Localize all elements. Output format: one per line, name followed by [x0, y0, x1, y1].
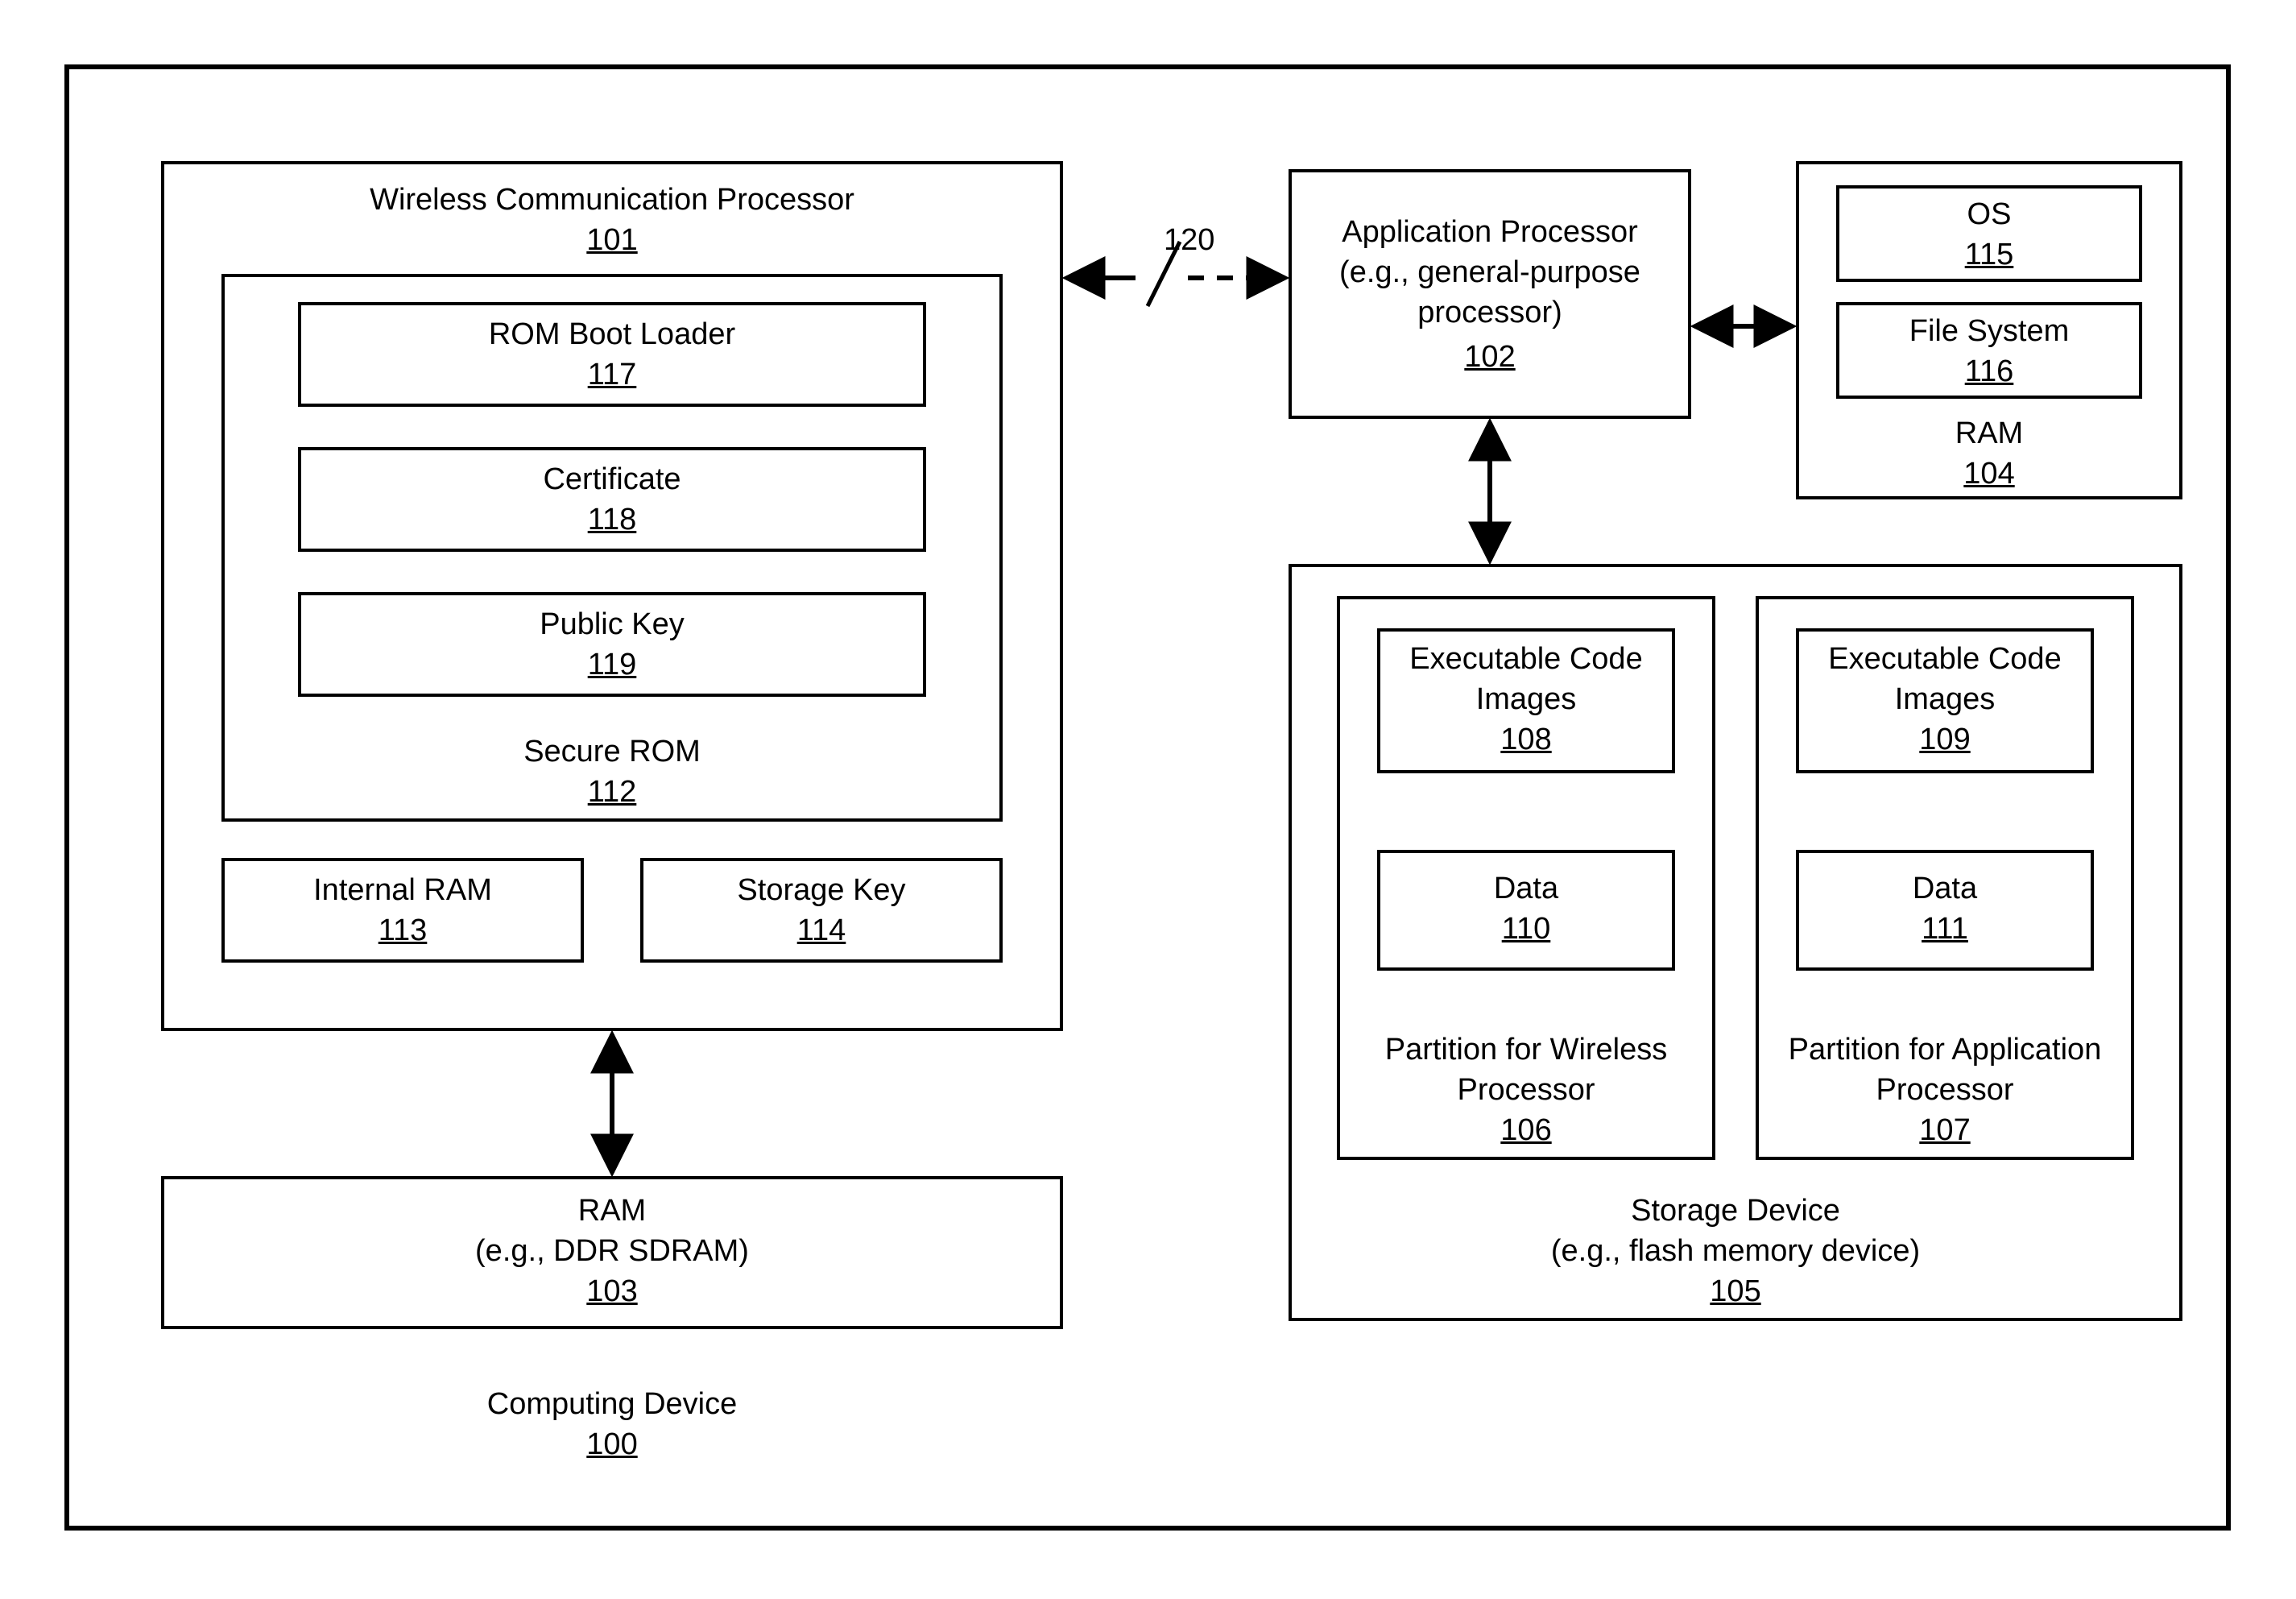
storage-key-ref: 114 [640, 912, 1003, 951]
exec-108-l1: Executable Code [1377, 640, 1675, 679]
computing-device-ref: 100 [161, 1426, 1063, 1464]
public-key-ref: 119 [298, 646, 926, 685]
storage-device-line1: Storage Device [1289, 1192, 2182, 1231]
partition-app-title-l2: Processor [1756, 1071, 2134, 1110]
link-120-label: 120 [1164, 222, 1244, 260]
exec-108-l2: Images [1377, 681, 1675, 719]
secure-rom-ref: 112 [221, 773, 1003, 812]
exec-109-ref: 109 [1796, 721, 2094, 760]
partition-app-ref: 107 [1756, 1112, 2134, 1150]
certificate-title: Certificate [298, 461, 926, 499]
fs-ref: 116 [1836, 353, 2142, 391]
wcp-ref: 101 [161, 222, 1063, 260]
app-processor-ref: 102 [1289, 338, 1691, 377]
partition-app-title-l1: Partition for Application [1756, 1031, 2134, 1070]
data-110-title: Data [1377, 870, 1675, 909]
exec-109-l1: Executable Code [1796, 640, 2094, 679]
app-processor-line1: Application Processor [1289, 213, 1691, 252]
data-111-title: Data [1796, 870, 2094, 909]
ram-104-ref: 104 [1796, 455, 2182, 494]
partition-wireless-ref: 106 [1337, 1112, 1715, 1150]
storage-device-ref: 105 [1289, 1273, 2182, 1311]
storage-key-title: Storage Key [640, 872, 1003, 910]
rom-boot-loader-title: ROM Boot Loader [298, 316, 926, 354]
rom-boot-loader-ref: 117 [298, 356, 926, 395]
internal-ram-ref: 113 [221, 912, 584, 951]
ram-103-line2: (e.g., DDR SDRAM) [161, 1232, 1063, 1271]
secure-rom-title: Secure ROM [221, 733, 1003, 772]
computing-device-title: Computing Device [161, 1386, 1063, 1424]
storage-device-line2: (e.g., flash memory device) [1289, 1232, 2182, 1271]
wcp-title: Wireless Communication Processor [161, 181, 1063, 220]
data-110-ref: 110 [1377, 910, 1675, 949]
ram-103-ref: 103 [161, 1273, 1063, 1311]
fs-title: File System [1836, 313, 2142, 351]
app-processor-line3: processor) [1289, 294, 1691, 333]
ram-104-title: RAM [1796, 415, 2182, 454]
os-ref: 115 [1836, 236, 2142, 275]
public-key-title: Public Key [298, 606, 926, 644]
partition-wireless-title-l1: Partition for Wireless [1337, 1031, 1715, 1070]
app-processor-line2: (e.g., general-purpose [1289, 254, 1691, 292]
exec-109-l2: Images [1796, 681, 2094, 719]
internal-ram-title: Internal RAM [221, 872, 584, 910]
os-title: OS [1836, 196, 2142, 234]
exec-108-ref: 108 [1377, 721, 1675, 760]
data-111-ref: 111 [1796, 910, 2094, 949]
ram-103-line1: RAM [161, 1192, 1063, 1231]
diagram-canvas: Wireless Communication Processor 101 Sec… [0, 0, 2296, 1599]
partition-wireless-title-l2: Processor [1337, 1071, 1715, 1110]
certificate-ref: 118 [298, 501, 926, 540]
